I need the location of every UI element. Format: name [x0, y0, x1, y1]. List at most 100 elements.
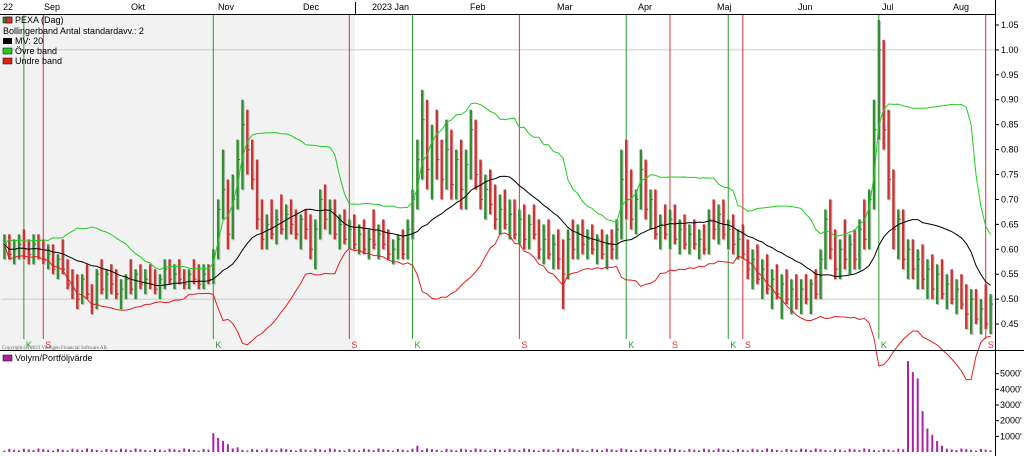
price-tick-label: 1.05 — [1001, 20, 1019, 30]
volume-bar — [819, 449, 822, 452]
price-bar — [809, 279, 814, 316]
volume-bar — [71, 448, 74, 452]
volume-bar — [115, 450, 118, 452]
volume-bar — [251, 448, 254, 452]
price-bar — [843, 219, 848, 271]
volume-bar — [751, 448, 754, 452]
price-bar — [42, 239, 46, 266]
price-bar — [76, 274, 80, 311]
volume-bar — [916, 378, 919, 452]
volume-bar — [547, 449, 550, 452]
price-tick-label: 0.70 — [1001, 194, 1019, 204]
price-bar — [804, 274, 809, 306]
volume-bar — [42, 449, 45, 452]
price-bar — [182, 269, 187, 291]
volume-bar — [761, 450, 764, 452]
volume-bar — [863, 448, 866, 452]
volume-bar — [926, 428, 929, 452]
volume-bar — [333, 449, 336, 452]
stock-chart: 22 Sep Okt Nov Dec 2023 Jan Feb Mar Apr Maj Jun Jul… — [0, 0, 1024, 456]
volume-bar — [552, 450, 555, 452]
volume-bar — [469, 450, 472, 452]
volume-bar — [100, 450, 103, 452]
volume-bar — [824, 449, 827, 452]
month-label: Dec — [303, 2, 320, 12]
price-bar — [882, 39, 887, 151]
signal-label: K — [215, 340, 221, 350]
price-bar — [202, 264, 207, 291]
price-bar — [27, 239, 32, 266]
price-bar — [51, 244, 56, 276]
price-bar — [474, 119, 479, 191]
price-bar — [600, 229, 605, 261]
volume-bar — [882, 448, 885, 452]
volume-bar — [440, 450, 443, 452]
volume-bar — [358, 450, 361, 452]
price-bar — [892, 169, 896, 251]
price-bar — [489, 169, 493, 216]
volume-bar — [600, 450, 603, 452]
price-bar — [693, 219, 697, 251]
volume-bar — [280, 448, 283, 452]
volume-bar — [693, 449, 696, 452]
price-tick-label: 0.55 — [1001, 269, 1019, 279]
volume-legend: Volym/Portföljvärde — [15, 353, 93, 363]
volume-bar — [353, 449, 356, 452]
volume-bar — [630, 449, 633, 452]
volume-bar — [76, 449, 79, 452]
price-tick-label: 0.50 — [1001, 294, 1019, 304]
price-bar — [863, 199, 867, 251]
volume-bar — [843, 450, 846, 452]
price-bar — [731, 214, 736, 256]
price-bar — [323, 184, 328, 231]
price-bar — [386, 229, 391, 261]
legend-swatch-price-down — [5, 16, 13, 24]
volume-bar — [712, 450, 715, 452]
price-bar — [299, 214, 304, 251]
volume-bar — [902, 449, 905, 452]
price-bar — [32, 234, 37, 266]
price-bar — [221, 149, 226, 221]
volume-bar — [294, 450, 297, 452]
legend-swatch-volume — [2, 354, 13, 362]
price-bar — [270, 199, 275, 241]
price-bar — [746, 239, 751, 281]
volume-bar — [989, 450, 992, 452]
volume-bar — [562, 449, 565, 452]
volume-bar — [542, 448, 545, 452]
price-bar — [440, 139, 445, 201]
price-tick-label: 0.75 — [1001, 170, 1019, 180]
price-bar — [780, 274, 785, 321]
price-bar — [464, 149, 469, 211]
price-bar — [163, 259, 168, 291]
volume-bar — [8, 448, 11, 452]
price-bar — [134, 269, 139, 301]
volume-bar — [129, 450, 132, 452]
volume-bar — [970, 449, 973, 452]
volume-bar — [741, 449, 744, 452]
price-bar — [974, 289, 979, 326]
volume-bar — [168, 448, 171, 452]
price-bar — [605, 234, 610, 271]
volume-bar — [503, 450, 506, 452]
volume-bar — [566, 450, 569, 452]
volume-bar — [144, 449, 147, 452]
signal-label: S — [745, 340, 751, 350]
price-bar — [950, 269, 955, 306]
volume-tick-label: 5000' — [1000, 369, 1022, 379]
volume-bar — [688, 448, 691, 452]
price-bar — [853, 229, 858, 271]
price-bar — [717, 204, 722, 246]
price-tick-label: 0.85 — [1001, 120, 1019, 130]
volume-bar — [328, 448, 331, 452]
price-bar — [231, 174, 236, 241]
price-bar — [557, 229, 561, 271]
volume-bar — [178, 450, 181, 452]
volume-bar — [639, 448, 642, 452]
price-bar — [668, 209, 673, 251]
price-tick-label: 0.65 — [1001, 219, 1019, 229]
price-bar — [848, 234, 853, 276]
volume-bar — [931, 434, 934, 452]
price-bar — [333, 199, 338, 241]
volume-bar — [265, 448, 268, 452]
